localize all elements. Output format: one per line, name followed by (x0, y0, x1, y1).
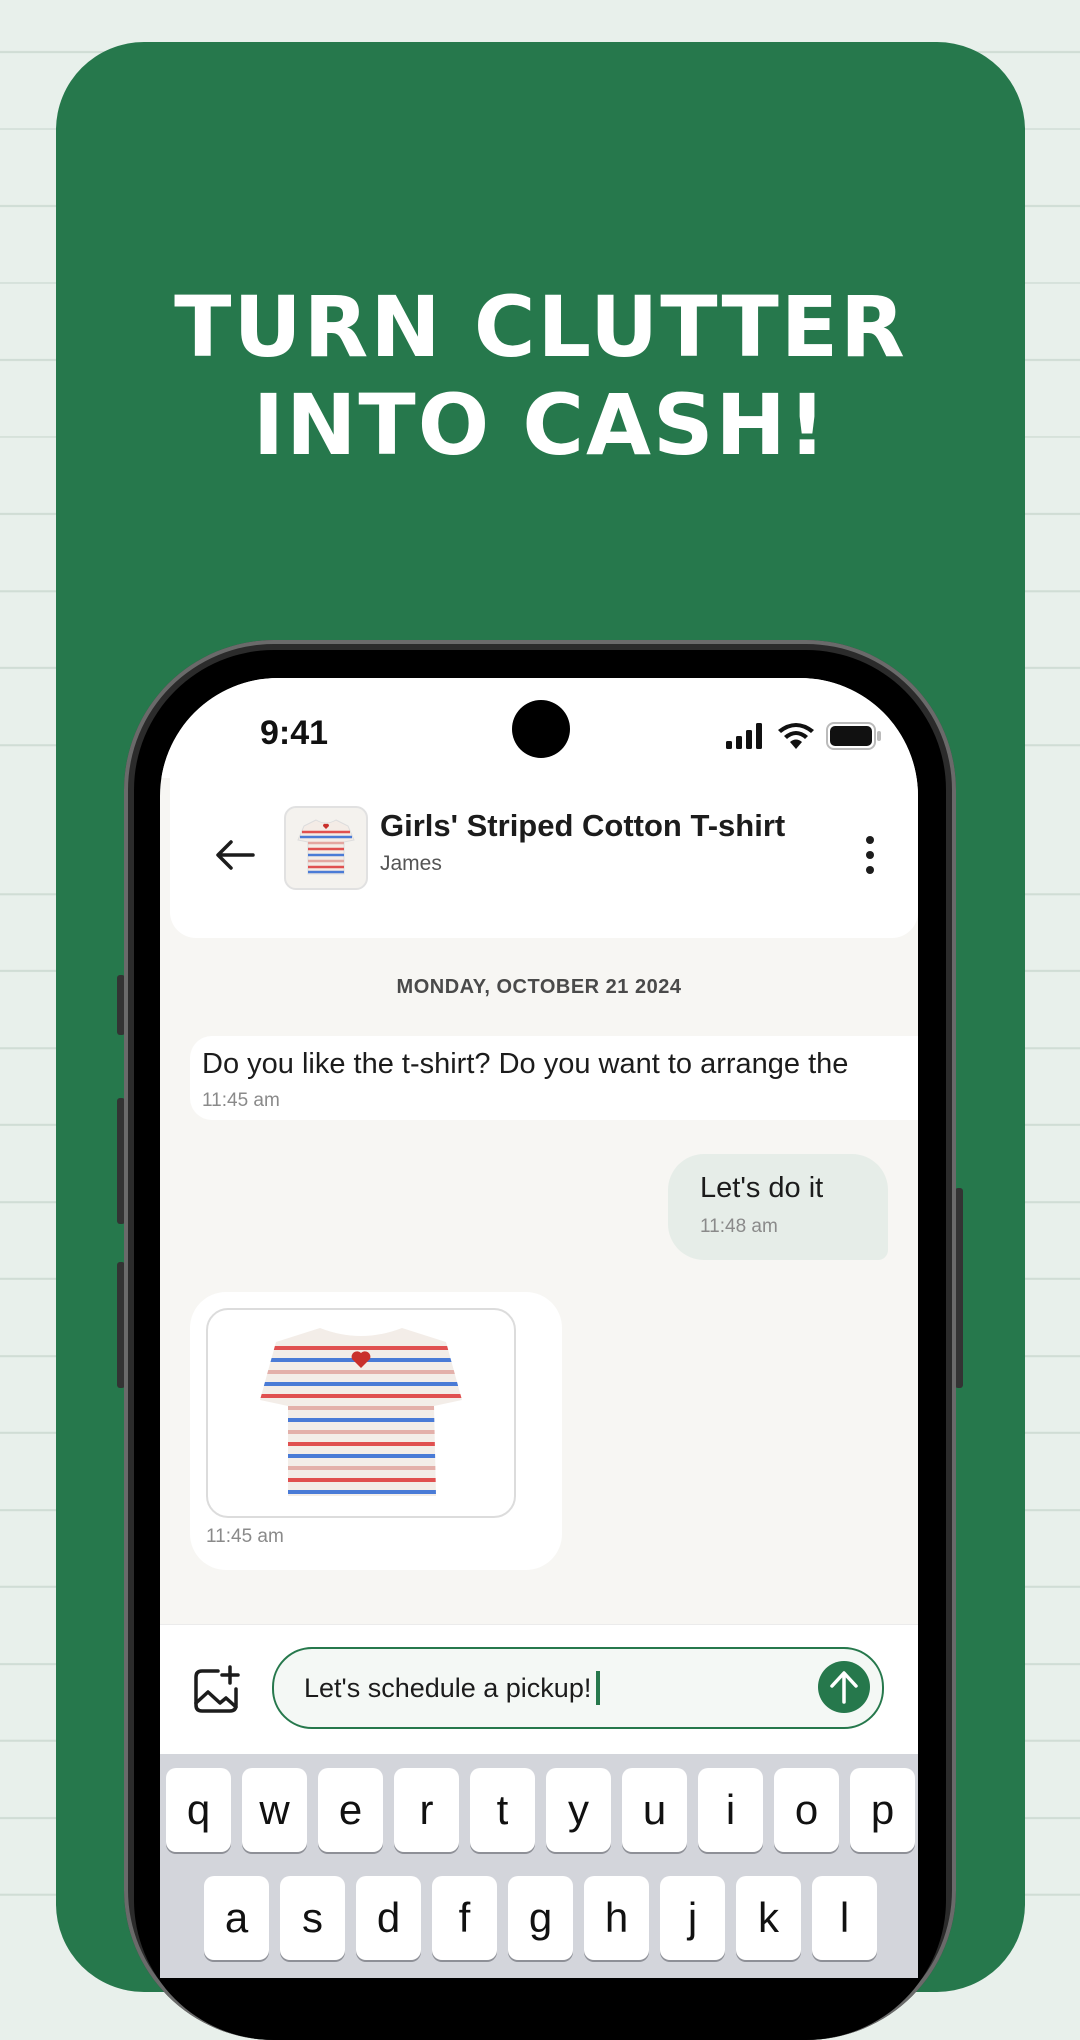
attach-image-button[interactable] (190, 1665, 242, 1717)
message-time: 11:48 am (700, 1216, 778, 1237)
headline: TURN CLUTTER INTO CASH! (56, 278, 1025, 474)
key-r[interactable]: r (394, 1768, 459, 1852)
arrow-up-icon (830, 1671, 858, 1704)
tshirt-photo-image (260, 1328, 462, 1496)
headline-line-1: TURN CLUTTER (174, 278, 907, 376)
message-time: 11:45 am (202, 1090, 280, 1111)
key-g[interactable]: g (508, 1876, 573, 1960)
key-q[interactable]: q (166, 1768, 231, 1852)
more-options-button[interactable] (858, 830, 882, 880)
arrow-left-icon (216, 840, 255, 870)
battery-icon (826, 722, 881, 750)
key-k[interactable]: k (736, 1876, 801, 1960)
key-l[interactable]: l (812, 1876, 877, 1960)
tshirt-thumbnail-image (297, 819, 355, 875)
message-image[interactable]: 11:45 am (190, 1292, 562, 1570)
key-j[interactable]: j (660, 1876, 725, 1960)
key-s[interactable]: s (280, 1876, 345, 1960)
key-p[interactable]: p (850, 1768, 915, 1852)
text-caret (596, 1671, 600, 1705)
date-separator: MONDAY, OCTOBER 21 2024 (396, 976, 682, 998)
add-image-icon (194, 1665, 240, 1713)
image-attachment[interactable] (206, 1308, 516, 1518)
chat-title: Girls' Striped Cotton T-shirt (380, 808, 786, 843)
status-bar: 9:41 (160, 678, 918, 778)
wifi-icon (778, 723, 814, 749)
message-outgoing[interactable]: Let's do it 11:48 am (668, 1154, 888, 1260)
dynamic-island (512, 700, 570, 758)
key-f[interactable]: f (432, 1876, 497, 1960)
key-u[interactable]: u (622, 1768, 687, 1852)
chat-header: Girls' Striped Cotton T-shirt James (170, 778, 918, 938)
key-a[interactable]: a (204, 1876, 269, 1960)
key-h[interactable]: h (584, 1876, 649, 1960)
phone-screen: 9:41 Girls' Striped Cotton T-shirt James… (160, 678, 918, 1978)
message-text: Do you like the t-shirt? Do you want to … (202, 1048, 849, 1080)
key-y[interactable]: y (546, 1768, 611, 1852)
send-button[interactable] (818, 1661, 870, 1713)
cellular-signal-icon (726, 723, 762, 749)
key-d[interactable]: d (356, 1876, 421, 1960)
status-time: 9:41 (260, 714, 329, 752)
phone-power-button (955, 1188, 963, 1388)
message-composer (160, 1624, 918, 1755)
more-vertical-icon (866, 836, 874, 874)
message-text: Let's do it (700, 1172, 824, 1204)
message-time: 11:45 am (206, 1526, 284, 1547)
key-o[interactable]: o (774, 1768, 839, 1852)
message-input-container[interactable] (272, 1647, 884, 1729)
headline-line-2: INTO CASH! (252, 376, 829, 474)
key-t[interactable]: t (470, 1768, 535, 1852)
back-button[interactable] (210, 830, 260, 880)
message-incoming[interactable]: Do you like the t-shirt? Do you want to … (190, 1036, 918, 1120)
key-i[interactable]: i (698, 1768, 763, 1852)
message-input[interactable] (304, 1669, 784, 1707)
key-e[interactable]: e (318, 1768, 383, 1852)
status-icons (726, 722, 882, 750)
chat-subtitle: James (380, 852, 442, 875)
keyboard: q w e r t y u i o p a s d f g h j k l (160, 1754, 918, 1978)
key-w[interactable]: w (242, 1768, 307, 1852)
product-thumbnail[interactable] (284, 806, 368, 890)
